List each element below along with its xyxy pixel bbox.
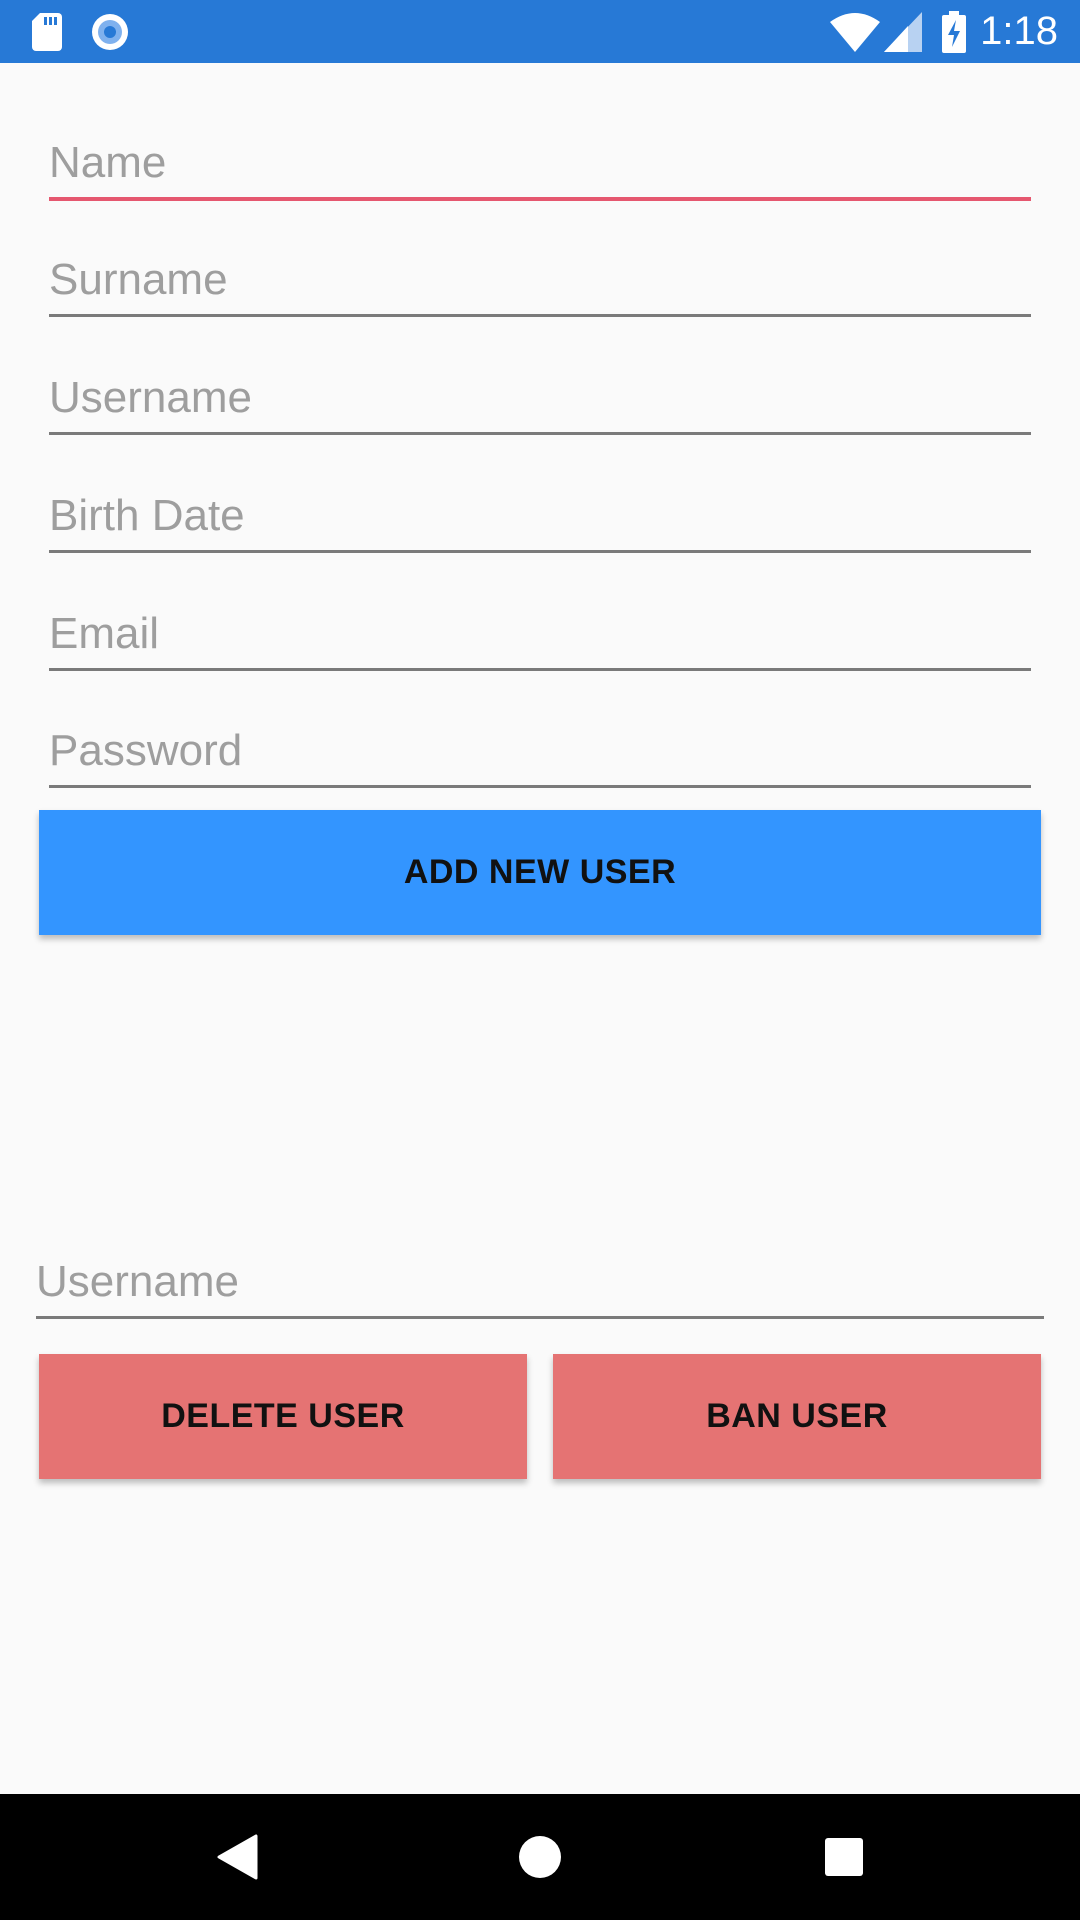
back-icon[interactable]: [177, 1794, 297, 1920]
username-field-wrapper: [49, 363, 1031, 435]
navigation-bar: [0, 1794, 1080, 1920]
add-new-user-button[interactable]: ADD NEW USER: [39, 810, 1041, 935]
signal-icon: [884, 0, 922, 63]
clock: 1:18: [980, 9, 1058, 53]
email-input[interactable]: [49, 599, 1031, 671]
surname-input[interactable]: [49, 245, 1031, 317]
battery-charging-icon: [942, 0, 966, 63]
email-field-wrapper: [49, 599, 1031, 671]
home-icon[interactable]: [480, 1794, 600, 1920]
wifi-icon: [830, 0, 880, 63]
recents-icon[interactable]: [784, 1794, 904, 1920]
name-field-wrapper: [49, 129, 1031, 201]
status-bar: 1:18: [0, 0, 1080, 63]
password-field-wrapper: [49, 716, 1031, 788]
moderation-username-input[interactable]: [36, 1247, 1044, 1319]
username-input[interactable]: [49, 363, 1031, 435]
sd-card-icon: [32, 0, 62, 63]
delete-user-button[interactable]: DELETE USER: [39, 1354, 527, 1479]
moderation-username-field-wrapper: [36, 1247, 1044, 1319]
screen: 1:18 ADD NEW USER DELETE USER BAN USER: [0, 0, 1080, 1920]
birth-date-field-wrapper: [49, 481, 1031, 553]
surname-field-wrapper: [49, 245, 1031, 317]
name-input[interactable]: [49, 129, 1031, 201]
birth-date-input[interactable]: [49, 481, 1031, 553]
password-input[interactable]: [49, 716, 1031, 788]
ban-user-button[interactable]: BAN USER: [553, 1354, 1041, 1479]
record-icon: [90, 0, 130, 63]
